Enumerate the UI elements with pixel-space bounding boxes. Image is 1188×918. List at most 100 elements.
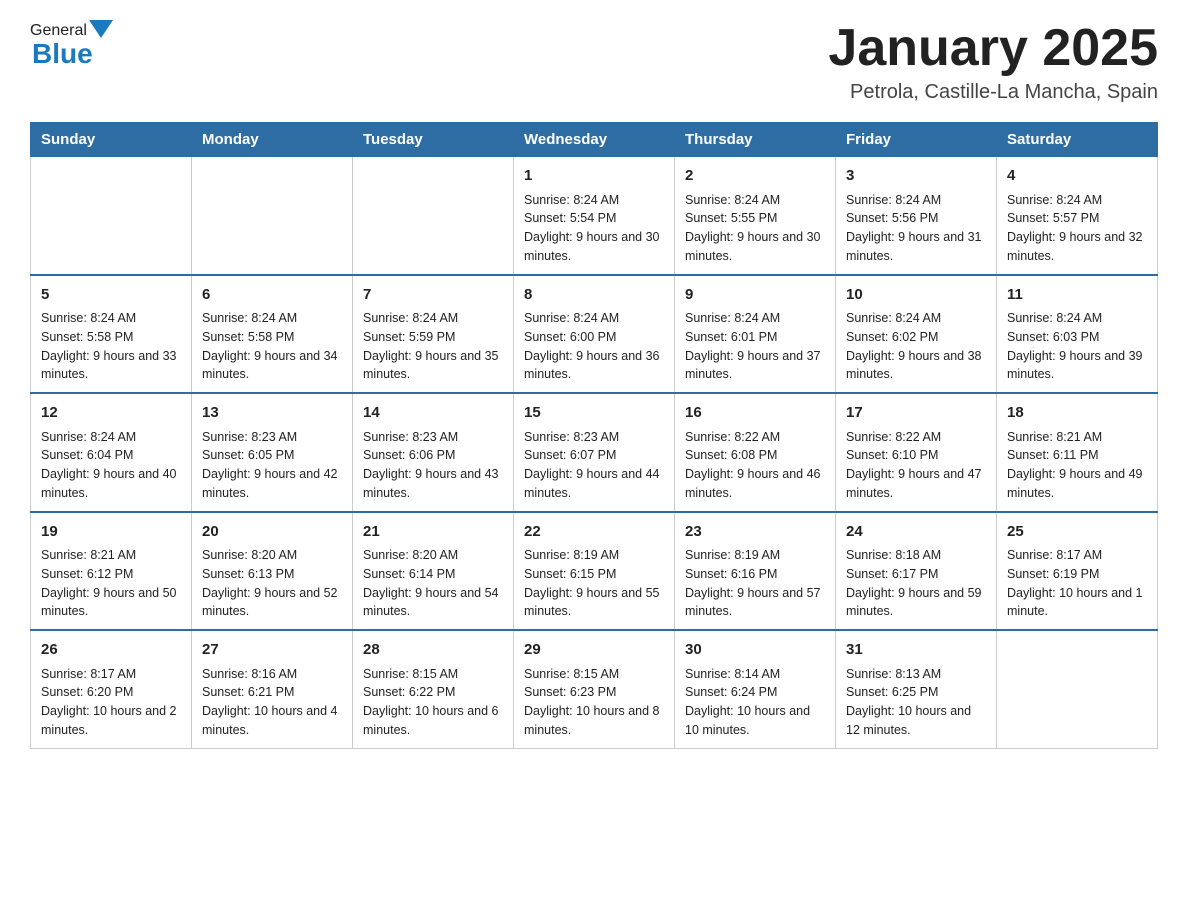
calendar-cell [353, 157, 514, 275]
calendar-week-row: 12 Sunrise: 8:24 AMSunset: 6:04 PMDayligh… [31, 393, 1158, 512]
calendar-cell: 29 Sunrise: 8:15 AMSunset: 6:23 PMDayligh… [514, 630, 675, 748]
calendar-cell: 13Sunrise: 8:23 AMSunset: 6:05 PMDayligh… [192, 393, 353, 512]
title-area: January 2025 Petrola, Castille-La Mancha… [828, 20, 1158, 104]
calendar-week-row: 1 Sunrise: 8:24 AMSunset: 5:54 PMDaylight… [31, 157, 1158, 275]
day-info: Sunrise: 8:24 AMSunset: 6:02 PMDaylight:… [846, 309, 986, 384]
day-number: 13 [202, 402, 342, 425]
calendar-cell: 30 Sunrise: 8:14 AMSunset: 6:24 PMDayligh… [675, 630, 836, 748]
day-info: Sunrise: 8:24 AMSunset: 5:54 PMDaylight:… [524, 191, 664, 266]
day-info: Sunrise: 8:19 AMSunset: 6:16 PMDaylight:… [685, 546, 825, 621]
day-info: Sunrise: 8:24 AMSunset: 5:57 PMDaylight:… [1007, 191, 1147, 266]
calendar-cell: 20Sunrise: 8:20 AMSunset: 6:13 PMDayligh… [192, 512, 353, 631]
day-info: Sunrise: 8:24 AMSunset: 5:59 PMDaylight:… [363, 309, 503, 384]
column-header-friday: Friday [836, 123, 997, 157]
calendar-cell: 15 Sunrise: 8:23 AMSunset: 6:07 PMDayligh… [514, 393, 675, 512]
calendar-cell: 5Sunrise: 8:24 AMSunset: 5:58 PMDaylight… [31, 275, 192, 394]
day-number: 18 [1007, 402, 1147, 425]
day-info: Sunrise: 8:24 AMSunset: 6:00 PMDaylight:… [524, 309, 664, 384]
calendar-cell: 8Sunrise: 8:24 AMSunset: 6:00 PMDaylight… [514, 275, 675, 394]
day-info: Sunrise: 8:17 AMSunset: 6:20 PMDaylight:… [41, 665, 181, 740]
calendar-cell: 7Sunrise: 8:24 AMSunset: 5:59 PMDaylight… [353, 275, 514, 394]
day-info: Sunrise: 8:24 AMSunset: 6:04 PMDaylight:… [41, 428, 181, 503]
day-info: Sunrise: 8:24 AMSunset: 6:03 PMDaylight:… [1007, 309, 1147, 384]
day-info: Sunrise: 8:16 AMSunset: 6:21 PMDaylight:… [202, 665, 342, 740]
day-number: 20 [202, 521, 342, 544]
day-info: Sunrise: 8:22 AMSunset: 6:08 PMDaylight:… [685, 428, 825, 503]
calendar-cell: 31 Sunrise: 8:13 AMSunset: 6:25 PMDayligh… [836, 630, 997, 748]
calendar-cell [997, 630, 1158, 748]
day-info: Sunrise: 8:17 AMSunset: 6:19 PMDaylight:… [1007, 546, 1147, 621]
column-header-wednesday: Wednesday [514, 123, 675, 157]
day-number: 8 [524, 284, 664, 307]
day-info: Sunrise: 8:15 AMSunset: 6:23 PMDaylight:… [524, 665, 664, 740]
day-number: 25 [1007, 521, 1147, 544]
day-number: 27 [202, 639, 342, 662]
calendar-cell: 17 Sunrise: 8:22 AMSunset: 6:10 PMDayligh… [836, 393, 997, 512]
calendar-cell: 11Sunrise: 8:24 AMSunset: 6:03 PMDayligh… [997, 275, 1158, 394]
calendar-cell: 2 Sunrise: 8:24 AMSunset: 5:55 PMDaylight… [675, 157, 836, 275]
day-number: 19 [41, 521, 181, 544]
calendar-cell: 4 Sunrise: 8:24 AMSunset: 5:57 PMDaylight… [997, 157, 1158, 275]
calendar-week-row: 5Sunrise: 8:24 AMSunset: 5:58 PMDaylight… [31, 275, 1158, 394]
calendar-table: SundayMondayTuesdayWednesdayThursdayFrid… [30, 122, 1158, 749]
day-number: 4 [1007, 165, 1147, 188]
column-header-saturday: Saturday [997, 123, 1158, 157]
day-number: 26 [41, 639, 181, 662]
calendar-cell: 18 Sunrise: 8:21 AMSunset: 6:11 PMDayligh… [997, 393, 1158, 512]
calendar-cell: 19Sunrise: 8:21 AMSunset: 6:12 PMDayligh… [31, 512, 192, 631]
calendar-cell: 28Sunrise: 8:15 AMSunset: 6:22 PMDayligh… [353, 630, 514, 748]
day-info: Sunrise: 8:20 AMSunset: 6:14 PMDaylight:… [363, 546, 503, 621]
calendar-cell: 12 Sunrise: 8:24 AMSunset: 6:04 PMDayligh… [31, 393, 192, 512]
calendar-cell: 21Sunrise: 8:20 AMSunset: 6:14 PMDayligh… [353, 512, 514, 631]
calendar-week-row: 26 Sunrise: 8:17 AMSunset: 6:20 PMDayligh… [31, 630, 1158, 748]
day-info: Sunrise: 8:20 AMSunset: 6:13 PMDaylight:… [202, 546, 342, 621]
calendar-week-row: 19Sunrise: 8:21 AMSunset: 6:12 PMDayligh… [31, 512, 1158, 631]
day-info: Sunrise: 8:14 AMSunset: 6:24 PMDaylight:… [685, 665, 825, 740]
day-info: Sunrise: 8:19 AMSunset: 6:15 PMDaylight:… [524, 546, 664, 621]
calendar-cell [192, 157, 353, 275]
day-info: Sunrise: 8:24 AMSunset: 5:56 PMDaylight:… [846, 191, 986, 266]
day-info: Sunrise: 8:13 AMSunset: 6:25 PMDaylight:… [846, 665, 986, 740]
calendar-header-row: SundayMondayTuesdayWednesdayThursdayFrid… [31, 123, 1158, 157]
day-number: 24 [846, 521, 986, 544]
day-number: 6 [202, 284, 342, 307]
day-number: 10 [846, 284, 986, 307]
calendar-cell: 16Sunrise: 8:22 AMSunset: 6:08 PMDayligh… [675, 393, 836, 512]
day-number: 5 [41, 284, 181, 307]
calendar-cell: 27 Sunrise: 8:16 AMSunset: 6:21 PMDayligh… [192, 630, 353, 748]
day-number: 23 [685, 521, 825, 544]
day-number: 11 [1007, 284, 1147, 307]
page-header: General Blue January 2025 Petrola, Casti… [30, 20, 1158, 104]
day-number: 12 [41, 402, 181, 425]
day-info: Sunrise: 8:24 AMSunset: 5:55 PMDaylight:… [685, 191, 825, 266]
day-info: Sunrise: 8:21 AMSunset: 6:12 PMDaylight:… [41, 546, 181, 621]
logo-triangle-icon [89, 20, 113, 38]
day-number: 22 [524, 521, 664, 544]
calendar-cell: 24Sunrise: 8:18 AMSunset: 6:17 PMDayligh… [836, 512, 997, 631]
calendar-cell: 22Sunrise: 8:19 AMSunset: 6:15 PMDayligh… [514, 512, 675, 631]
day-info: Sunrise: 8:22 AMSunset: 6:10 PMDaylight:… [846, 428, 986, 503]
day-info: Sunrise: 8:18 AMSunset: 6:17 PMDaylight:… [846, 546, 986, 621]
day-info: Sunrise: 8:24 AMSunset: 5:58 PMDaylight:… [41, 309, 181, 384]
location-subtitle: Petrola, Castille-La Mancha, Spain [828, 81, 1158, 104]
day-number: 3 [846, 165, 986, 188]
day-info: Sunrise: 8:21 AMSunset: 6:11 PMDaylight:… [1007, 428, 1147, 503]
day-number: 15 [524, 402, 664, 425]
day-info: Sunrise: 8:24 AMSunset: 5:58 PMDaylight:… [202, 309, 342, 384]
day-number: 7 [363, 284, 503, 307]
logo: General Blue [30, 20, 113, 68]
day-number: 21 [363, 521, 503, 544]
calendar-cell: 3 Sunrise: 8:24 AMSunset: 5:56 PMDaylight… [836, 157, 997, 275]
column-header-sunday: Sunday [31, 123, 192, 157]
day-info: Sunrise: 8:24 AMSunset: 6:01 PMDaylight:… [685, 309, 825, 384]
day-number: 30 [685, 639, 825, 662]
day-info: Sunrise: 8:23 AMSunset: 6:07 PMDaylight:… [524, 428, 664, 503]
day-number: 17 [846, 402, 986, 425]
day-number: 1 [524, 165, 664, 188]
day-number: 29 [524, 639, 664, 662]
day-number: 14 [363, 402, 503, 425]
calendar-cell: 23Sunrise: 8:19 AMSunset: 6:16 PMDayligh… [675, 512, 836, 631]
calendar-title: January 2025 [828, 20, 1158, 77]
day-number: 2 [685, 165, 825, 188]
day-number: 31 [846, 639, 986, 662]
